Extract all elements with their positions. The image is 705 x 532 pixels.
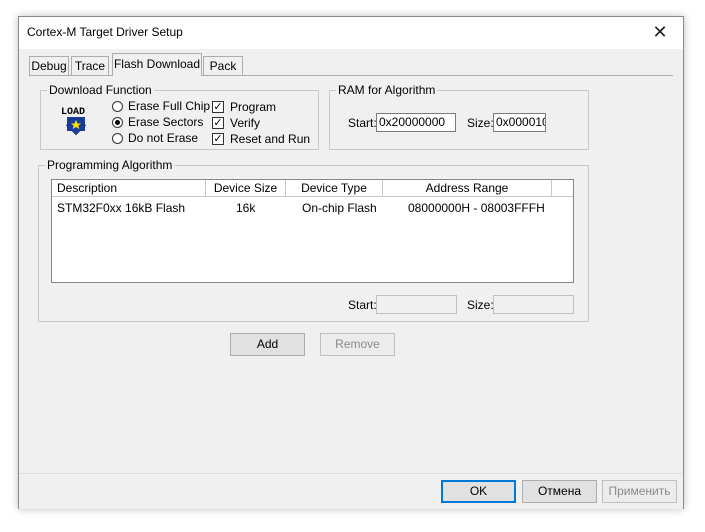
checkbox-program[interactable]: ✓ — [212, 101, 224, 113]
programming-algorithm-title: Programming Algorithm — [45, 158, 175, 172]
ram-for-algorithm-title: RAM for Algorithm — [336, 83, 438, 97]
radio-erase-full-chip[interactable] — [112, 101, 123, 112]
checkbox-reset-and-run[interactable]: ✓ — [212, 133, 224, 145]
reset-and-run-label: Reset and Run — [230, 132, 311, 146]
ram-start-label: Start: — [348, 116, 377, 130]
remove-button[interactable]: Remove — [320, 333, 395, 356]
dialog-footer: OK Отмена Применить — [19, 473, 683, 509]
window-title: Cortex-M Target Driver Setup — [27, 25, 183, 39]
title-bar[interactable]: Cortex-M Target Driver Setup ✕ — [19, 17, 683, 49]
dialog-window: Cortex-M Target Driver Setup ✕ Debug Tra… — [18, 16, 684, 509]
ram-size-label: Size: — [467, 116, 494, 130]
apply-button[interactable]: Применить — [602, 480, 677, 503]
ram-size-input[interactable]: 0x000010 — [493, 113, 546, 132]
radio-do-not-erase[interactable] — [112, 133, 123, 144]
column-filler — [552, 180, 573, 197]
add-button[interactable]: Add — [230, 333, 305, 356]
checkbox-verify[interactable]: ✓ — [212, 117, 224, 129]
download-function-title: Download Function — [47, 83, 154, 97]
column-device-size[interactable]: Device Size — [206, 180, 286, 197]
column-address-range[interactable]: Address Range — [383, 180, 552, 197]
program-label: Program — [230, 100, 277, 114]
row-description: STM32F0xx 16kB Flash — [57, 201, 186, 215]
close-icon[interactable]: ✕ — [637, 17, 683, 48]
checkmark-icon: ✓ — [213, 133, 223, 145]
row-address-range: 08000000H - 08003FFFH — [408, 201, 545, 215]
column-description[interactable]: Description — [52, 180, 206, 197]
ram-start-input[interactable]: 0x20000000 — [376, 113, 456, 132]
erase-sectors-label: Erase Sectors — [128, 115, 204, 129]
algorithm-list[interactable]: Description Device Size Device Type Addr… — [51, 179, 574, 283]
tab-flash-download[interactable]: Flash Download — [112, 53, 202, 76]
do-not-erase-label: Do not Erase — [128, 131, 199, 145]
algorithm-start-input[interactable] — [376, 295, 457, 314]
row-device-size: 16k — [236, 201, 256, 215]
verify-label: Verify — [230, 116, 261, 130]
load-icon: LOAD — [61, 107, 87, 136]
algorithm-start-label: Start: — [348, 298, 377, 312]
tab-pack[interactable]: Pack — [203, 56, 243, 75]
ok-button[interactable]: OK — [441, 480, 516, 503]
algorithm-size-input[interactable] — [493, 295, 574, 314]
column-device-type[interactable]: Device Type — [286, 180, 383, 197]
checkmark-icon: ✓ — [213, 101, 223, 113]
checkmark-icon: ✓ — [213, 117, 223, 129]
tab-trace[interactable]: Trace — [71, 56, 109, 75]
tab-debug[interactable]: Debug — [29, 56, 69, 75]
radio-erase-sectors[interactable] — [112, 117, 123, 128]
row-device-type: On-chip Flash — [302, 201, 377, 215]
algorithm-size-label: Size: — [467, 298, 494, 312]
erase-full-chip-label: Erase Full Chip — [128, 99, 211, 113]
cancel-button[interactable]: Отмена — [522, 480, 597, 503]
svg-text:LOAD: LOAD — [61, 107, 85, 118]
